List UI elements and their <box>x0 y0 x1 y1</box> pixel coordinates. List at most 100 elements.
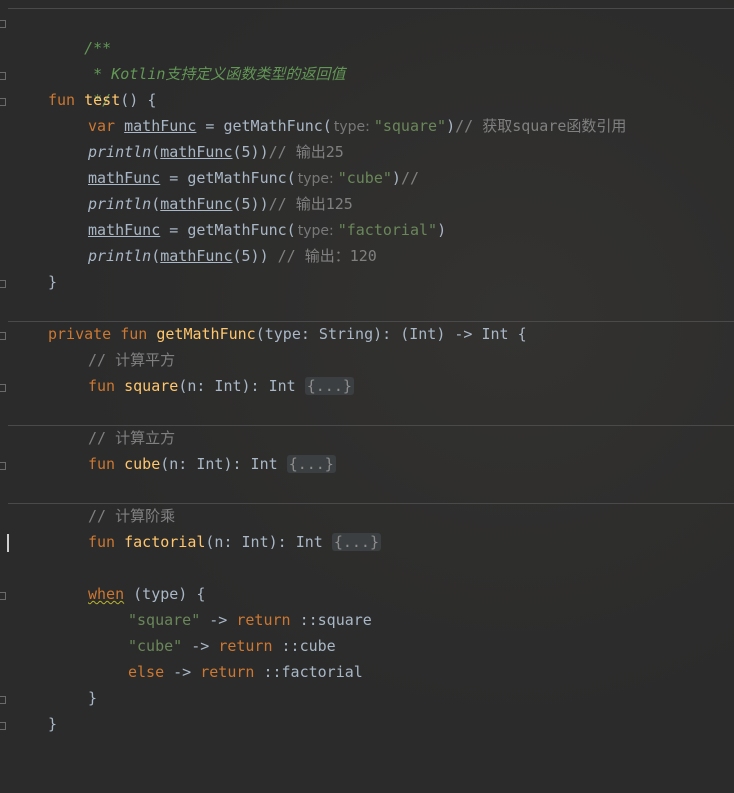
function-call: println <box>88 195 152 213</box>
code-text: = <box>160 221 188 239</box>
fold-marker-icon[interactable] <box>0 332 6 340</box>
code-line[interactable]: fun square(n: Int): Int {...} <box>88 373 354 399</box>
code-text: (n: Int): Int <box>205 533 332 551</box>
function-name: factorial <box>124 533 206 551</box>
code-text: (type) { <box>124 585 206 603</box>
variable-name: mathFunc <box>160 195 233 213</box>
fold-marker-icon[interactable] <box>0 72 6 80</box>
code-line[interactable]: private fun getMathFunc(type: String): (… <box>48 321 527 347</box>
code-text: ( <box>151 195 161 213</box>
code-line[interactable]: println(mathFunc(5)) // 输出：120 <box>88 243 377 269</box>
function-name: cube <box>124 455 161 473</box>
variable-name: mathFunc <box>88 221 161 239</box>
code-line[interactable]: else -> return ::factorial <box>128 659 363 685</box>
code-line[interactable]: // 计算阶乘 <box>88 503 175 529</box>
doc-comment: * Kotlin支持定义函数类型的返回值 <box>84 65 346 83</box>
code-line[interactable]: fun test() { <box>48 87 156 113</box>
line-comment: // <box>400 169 419 187</box>
line-comment: // 计算阶乘 <box>88 507 176 525</box>
fold-marker-icon[interactable] <box>0 98 6 106</box>
string-literal: "square" <box>128 611 201 629</box>
code-line[interactable]: "cube" -> return ::cube <box>128 633 336 659</box>
code-text: = <box>196 117 224 135</box>
code-line[interactable]: } <box>48 269 57 295</box>
code-text: = <box>160 169 188 187</box>
code-line[interactable]: /** <box>48 9 111 57</box>
code-line[interactable]: var mathFunc = getMathFunc(type: "square"… <box>88 113 626 139</box>
code-line[interactable]: println(mathFunc(5))// 输出25 <box>88 139 344 165</box>
folded-code-block[interactable]: {...} <box>331 533 381 551</box>
function-call: getMathFunc( <box>223 117 332 135</box>
variable-name: mathFunc <box>88 169 161 187</box>
code-line[interactable]: fun factorial(n: Int): Int {...} <box>88 529 381 555</box>
fold-marker-icon[interactable] <box>0 280 6 288</box>
code-line[interactable]: mathFunc = getMathFunc(type: "cube")// <box>88 165 419 191</box>
string-literal: "cube" <box>337 169 392 187</box>
fold-marker-icon[interactable] <box>0 592 6 600</box>
folded-code-block[interactable]: {...} <box>286 455 336 473</box>
fold-marker-icon[interactable] <box>0 462 6 470</box>
line-comment: // 计算立方 <box>88 429 176 447</box>
parameter-hint: type: <box>297 171 334 187</box>
variable-name: mathFunc <box>160 247 233 265</box>
code-line[interactable]: "square" -> return ::square <box>128 607 372 633</box>
code-text: ) <box>391 169 401 187</box>
text-caret <box>7 534 9 552</box>
editor-gutter <box>0 0 10 793</box>
code-line[interactable]: fun cube(n: Int): Int {...} <box>88 451 336 477</box>
code-line[interactable]: // 计算立方 <box>88 425 175 451</box>
fold-marker-icon[interactable] <box>0 722 6 730</box>
parameter-hint: type: <box>297 223 334 239</box>
code-line[interactable]: */ <box>48 61 111 109</box>
code-line[interactable]: when (type) { <box>88 581 205 607</box>
code-text: (type: String): (Int) -> Int { <box>255 325 527 343</box>
code-text: } <box>48 715 58 733</box>
code-text: ( <box>151 247 161 265</box>
code-line[interactable]: println(mathFunc(5))// 输出125 <box>88 191 353 217</box>
function-call: getMathFunc( <box>187 221 296 239</box>
keyword: return <box>236 611 291 629</box>
string-literal: "square" <box>373 117 447 135</box>
code-text: ::cube <box>272 637 336 655</box>
line-comment: // 计算平方 <box>88 351 176 369</box>
variable-name: mathFunc <box>124 117 197 135</box>
function-call: println <box>88 143 152 161</box>
line-comment: // 输出125 <box>268 195 353 213</box>
keyword: when <box>88 585 125 603</box>
fold-marker-icon[interactable] <box>0 696 6 704</box>
code-text: (n: Int): Int <box>160 455 287 473</box>
code-line[interactable]: mathFunc = getMathFunc(type: "factorial") <box>88 217 446 243</box>
code-text: ( <box>151 143 161 161</box>
method-separator <box>8 8 734 9</box>
fold-marker-icon[interactable] <box>0 384 6 392</box>
fold-marker-icon[interactable] <box>0 20 6 28</box>
line-comment: // 输出：120 <box>277 247 377 265</box>
code-text: -> <box>164 663 201 681</box>
code-text: ) <box>446 117 456 135</box>
string-literal: "cube" <box>128 637 183 655</box>
code-line[interactable]: * Kotlin支持定义函数类型的返回值 <box>48 35 345 83</box>
code-text: ) <box>437 221 447 239</box>
code-text: } <box>88 689 98 707</box>
keyword: fun <box>88 377 116 395</box>
code-editor[interactable]: /** * Kotlin支持定义函数类型的返回值 */ fun test() {… <box>0 0 734 793</box>
keyword: fun <box>88 455 116 473</box>
variable-name: mathFunc <box>160 143 233 161</box>
function-name: test <box>84 91 121 109</box>
keyword: return <box>218 637 273 655</box>
keyword: private <box>48 325 112 343</box>
code-text: ::square <box>290 611 372 629</box>
code-text: (5)) <box>232 195 269 213</box>
code-line[interactable]: } <box>88 685 97 711</box>
code-line[interactable]: // 计算平方 <box>88 347 175 373</box>
code-text: (5)) <box>232 143 269 161</box>
function-call: getMathFunc( <box>187 169 296 187</box>
code-line[interactable]: } <box>48 711 57 737</box>
folded-code-block[interactable]: {...} <box>304 377 354 395</box>
string-literal: "factorial" <box>337 221 438 239</box>
keyword: fun <box>120 325 148 343</box>
function-name: square <box>124 377 179 395</box>
function-call: println <box>88 247 152 265</box>
keyword: var <box>88 117 116 135</box>
keyword: else <box>128 663 165 681</box>
